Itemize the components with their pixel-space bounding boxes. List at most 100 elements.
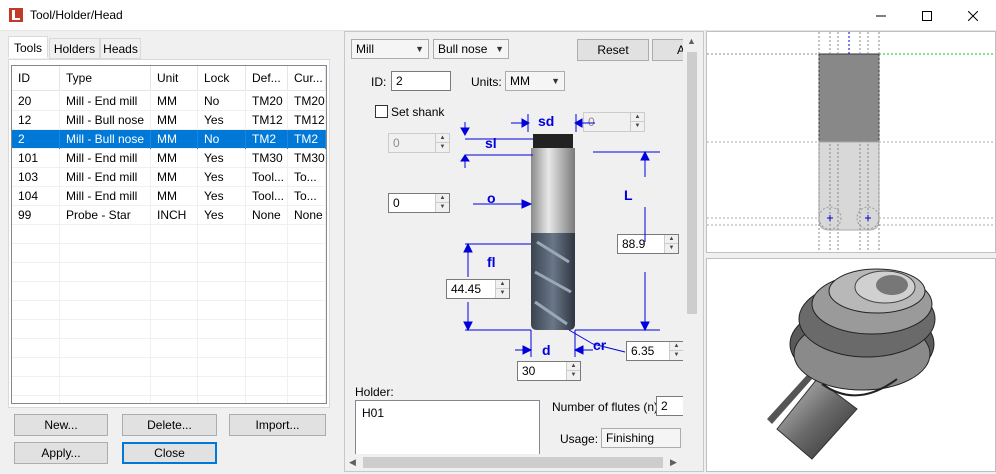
table-row[interactable]: 101 Mill - End mill MM Yes TM30 TM30 [12, 149, 326, 168]
minimize-button[interactable] [858, 0, 904, 31]
cell-unit: MM [151, 187, 198, 206]
table-row[interactable]: 2 Mill - Bull nose MM No TM2 TM2 [12, 130, 326, 149]
id-field[interactable]: 2 [391, 71, 451, 91]
table-row[interactable]: 104 Mill - End mill MM Yes Tool... To... [12, 187, 326, 206]
set-shank-checkbox[interactable] [375, 105, 388, 118]
o-value: 0 [393, 196, 400, 210]
cell-lock: Yes [198, 187, 246, 206]
holder-list-item[interactable]: H01 [362, 406, 384, 420]
tool-type-dropdown[interactable]: Mill ▼ [351, 39, 429, 59]
maximize-button[interactable] [904, 0, 950, 31]
vertical-scrollbar[interactable]: ▲ [683, 32, 700, 454]
new-button[interactable]: New... [14, 414, 108, 436]
cell-current: TM2 [288, 130, 326, 149]
empty-cell [198, 225, 246, 244]
empty-table-row [12, 396, 326, 403]
tool-subtype-value: Bull nose [438, 42, 488, 56]
units-value: MM [510, 74, 530, 88]
empty-cell [246, 320, 288, 339]
cell-default: None [246, 206, 288, 225]
cell-type: Mill - End mill [60, 92, 151, 111]
empty-cell [12, 225, 60, 244]
tool-type-value: Mill [356, 42, 374, 56]
cell-id: 12 [12, 111, 60, 130]
column-header-type[interactable]: Type [60, 66, 151, 91]
cell-unit: MM [151, 111, 198, 130]
empty-cell [288, 358, 326, 377]
tab-holders[interactable]: Holders [49, 38, 100, 59]
empty-cell [12, 320, 60, 339]
scroll-left-icon[interactable]: ◀ [349, 457, 356, 468]
empty-cell [151, 301, 198, 320]
empty-cell [151, 263, 198, 282]
column-header-id[interactable]: ID [12, 66, 60, 91]
empty-cell [246, 225, 288, 244]
empty-table-row [12, 320, 326, 339]
empty-cell [246, 301, 288, 320]
cell-id: 103 [12, 168, 60, 187]
close-window-button[interactable] [950, 0, 996, 31]
empty-cell [60, 263, 151, 282]
empty-cell [198, 320, 246, 339]
cell-lock: Yes [198, 206, 246, 225]
tool-profile-drawing [707, 32, 995, 252]
tools-table: ID Type Unit Lock Def... Cur... 20 Mill -… [11, 65, 327, 404]
vertical-scrollbar-thumb[interactable] [687, 52, 697, 314]
offset-spinner[interactable]: 0 ▲ ▼ [388, 193, 450, 213]
cell-unit: INCH [151, 206, 198, 225]
empty-cell [288, 339, 326, 358]
flutes-field[interactable]: 2 [656, 396, 686, 416]
empty-cell [288, 225, 326, 244]
cell-current: To... [288, 168, 326, 187]
cell-default: TM30 [246, 149, 288, 168]
empty-cell [246, 377, 288, 396]
spin-down-icon[interactable]: ▼ [567, 371, 580, 380]
cell-lock: Yes [198, 111, 246, 130]
empty-cell [12, 301, 60, 320]
cell-unit: MM [151, 92, 198, 111]
tool-2d-view[interactable] [706, 31, 996, 253]
tool-3d-render [767, 268, 936, 460]
cell-current: TM30 [288, 149, 326, 168]
flutes-label: Number of flutes (n) [552, 400, 659, 414]
tool-subtype-dropdown[interactable]: Bull nose ▼ [433, 39, 509, 59]
units-dropdown[interactable]: MM ▼ [505, 71, 565, 91]
reset-button[interactable]: Reset [577, 39, 649, 61]
scroll-up-icon[interactable]: ▲ [687, 36, 696, 46]
close-button[interactable]: Close [122, 442, 217, 464]
table-row[interactable]: 99 Probe - Star INCH Yes None None [12, 206, 326, 225]
usage-label: Usage: [560, 432, 599, 446]
column-header-unit[interactable]: Unit [151, 66, 198, 91]
table-row[interactable]: 12 Mill - Bull nose MM Yes TM12 TM12 [12, 111, 326, 130]
tool-3d-view[interactable] [706, 258, 996, 472]
middle-scrollbar-thumb[interactable] [363, 457, 663, 468]
cell-unit: MM [151, 168, 198, 187]
apply-button[interactable]: Apply... [14, 442, 108, 464]
holder-list[interactable]: H01 [355, 400, 540, 455]
table-row[interactable]: 103 Mill - End mill MM Yes Tool... To... [12, 168, 326, 187]
dim-label-cr: cr [593, 337, 607, 353]
empty-cell [288, 377, 326, 396]
cell-unit: MM [151, 149, 198, 168]
empty-cell [198, 263, 246, 282]
column-header-default[interactable]: Def... [246, 66, 288, 91]
tab-tools[interactable]: Tools [8, 36, 48, 58]
empty-table-row [12, 244, 326, 263]
import-button[interactable]: Import... [229, 414, 326, 436]
usage-dropdown[interactable]: Finishing [601, 428, 681, 448]
column-header-current[interactable]: Cur... [288, 66, 326, 91]
tab-heads[interactable]: Heads [100, 38, 141, 59]
empty-cell [12, 263, 60, 282]
empty-table-row [12, 358, 326, 377]
column-header-lock[interactable]: Lock [198, 66, 246, 91]
title-bar: Tool/Holder/Head [0, 0, 996, 31]
table-row[interactable]: 20 Mill - End mill MM No TM20 TM20 [12, 92, 326, 111]
scroll-right-icon[interactable]: ▶ [670, 457, 677, 468]
middle-horizontal-scrollbar[interactable]: ◀ ▶ [345, 454, 685, 471]
empty-table-row [12, 263, 326, 282]
shank-length-spinner[interactable]: 0 ▲ ▼ [388, 133, 450, 153]
empty-cell [151, 244, 198, 263]
empty-cell [198, 396, 246, 403]
delete-button[interactable]: Delete... [122, 414, 217, 436]
empty-cell [60, 244, 151, 263]
